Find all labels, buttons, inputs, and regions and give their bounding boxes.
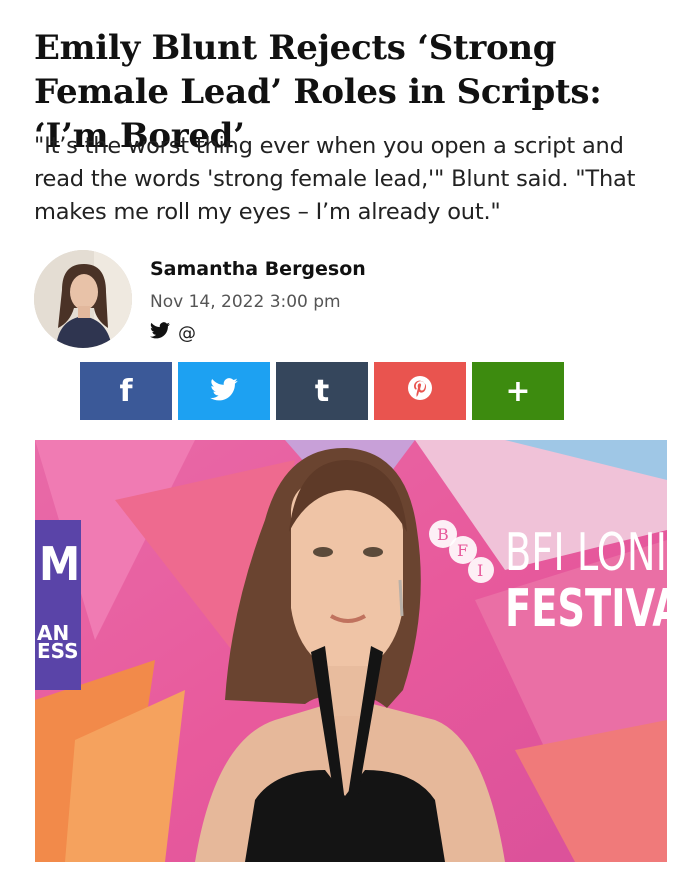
author-photo [34, 250, 132, 348]
more-share-button[interactable]: + [472, 362, 564, 420]
backdrop-text-line-1: BFI LONI [505, 523, 667, 583]
pinterest-icon [407, 374, 433, 409]
tumblr-share-button[interactable]: t [276, 362, 368, 420]
publish-date: Nov 14, 2022 3:00 pm [150, 292, 341, 312]
bfi-logo-i: I [477, 561, 483, 580]
backdrop-text-line-2: FESTIVAL [505, 579, 667, 639]
article-dek: "It’s the worst thing ever when you open… [34, 133, 636, 225]
author-social-links: @ [150, 322, 196, 344]
facebook-share-button[interactable]: f [80, 362, 172, 420]
backdrop-side-text: M [39, 537, 80, 591]
twitter-icon [210, 374, 238, 409]
plus-icon: + [505, 373, 531, 409]
svg-text:ESS: ESS [37, 639, 79, 663]
pinterest-share-button[interactable] [374, 362, 466, 420]
facebook-icon: f [119, 373, 133, 409]
twitter-share-button[interactable] [178, 362, 270, 420]
twitter-icon[interactable] [150, 322, 170, 344]
author-avatar[interactable] [34, 250, 132, 348]
author-name[interactable]: Samantha Bergeson [150, 258, 366, 280]
article-photo[interactable]: M AN ESS B F I BFI LONI FESTIVAL [35, 440, 667, 862]
email-link[interactable]: @ [178, 323, 196, 344]
tumblr-icon: t [314, 373, 330, 409]
bfi-logo-f: F [457, 541, 468, 560]
bfi-logo-b: B [437, 525, 449, 544]
red-carpet-photo: M AN ESS B F I BFI LONI FESTIVAL [35, 440, 667, 862]
share-buttons: f t + [80, 362, 564, 420]
